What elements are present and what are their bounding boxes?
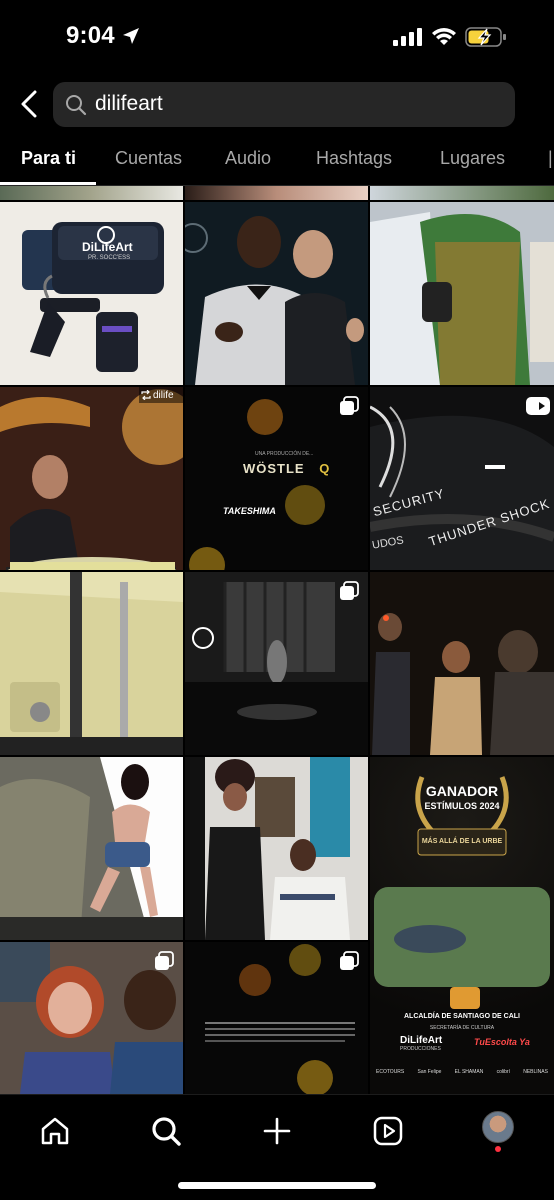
- post-couple[interactable]: [0, 942, 183, 1094]
- status-bar: 9:04: [0, 0, 554, 76]
- active-tab-indicator: [0, 182, 96, 185]
- makeup-photo: [185, 757, 368, 940]
- post-partial-2[interactable]: [185, 186, 368, 200]
- award-logo-dilifeart-sub: PRODUCCIONES: [400, 1046, 441, 1052]
- award-sponsor: ALCALDÍA DE SANTIAGO DE CALI: [403, 1013, 521, 1020]
- film-title: WÖSTLE Q: [243, 461, 330, 476]
- post-drum-closeup[interactable]: [0, 572, 183, 755]
- post-makeup[interactable]: [185, 757, 368, 940]
- tab-para-ti[interactable]: Para ti: [21, 148, 76, 169]
- post-partial-1[interactable]: [0, 186, 183, 200]
- cellular-signal-icon: [393, 28, 422, 46]
- carousel-icon: [340, 581, 359, 600]
- film-title-mark: Q: [319, 461, 331, 476]
- award-partners-row: ECOTOURS San Felipe EL SHAMAN colibrí NE…: [376, 1069, 548, 1075]
- nav-reels[interactable]: [366, 1109, 410, 1153]
- award-logo-dilifeart-text: DiLifeArt: [400, 1035, 443, 1046]
- award-partner-3: EL SHAMAN: [454, 1069, 484, 1075]
- search-icon: [66, 95, 87, 116]
- post-two-men[interactable]: [185, 202, 368, 385]
- reels-icon: [373, 1116, 403, 1146]
- award-sponsor-sub: SECRETARÍA DE CULTURA: [429, 1025, 495, 1031]
- post-tire[interactable]: SECURITY THUNDER SHOCK UDOS: [370, 387, 554, 570]
- post-award-poster[interactable]: GANADOR ESTÍMULOS 2024 MÁS ALLÁ DE LA UR…: [370, 757, 554, 1094]
- post-drummer[interactable]: dilife: [0, 387, 183, 570]
- post-film-credits[interactable]: UNA PRODUCCIÓN DE... WÖSTLE Q TAKESHIMA: [185, 387, 368, 570]
- post-partial-3[interactable]: [370, 186, 554, 200]
- carousel-icon: [155, 951, 174, 970]
- street-market-photo: [370, 202, 554, 385]
- nav-create[interactable]: [255, 1109, 299, 1153]
- award-partner-1: ECOTOURS: [376, 1069, 405, 1075]
- reel-indicator-icon: [532, 397, 550, 415]
- woman-rocks-photo: [0, 757, 183, 940]
- location-arrow-icon: [123, 28, 139, 44]
- camera-bag-image: [22, 222, 164, 372]
- bag-tagline-label: PR. SOCC'ESS: [88, 255, 131, 261]
- search-field[interactable]: [53, 82, 515, 127]
- wifi-icon: [432, 28, 456, 45]
- post-credits-text[interactable]: [185, 942, 368, 1094]
- battery-charging-icon: [465, 27, 506, 47]
- film-title-text: WÖSTLE: [243, 461, 305, 476]
- award-logo-tuescolta: TuEscolta Ya: [474, 1037, 530, 1047]
- drum-closeup-photo: [0, 572, 183, 755]
- nav-search[interactable]: [144, 1109, 188, 1153]
- award-partner-5: NEBLINAS: [523, 1069, 548, 1075]
- profile-avatar[interactable]: [482, 1111, 514, 1143]
- film-logo-text: TAKESHIMA: [223, 506, 276, 516]
- drummer-photo: [0, 387, 183, 570]
- home-icon: [41, 1117, 69, 1145]
- bag-brand-label: DiLifeArt: [82, 240, 133, 254]
- search-icon: [152, 1117, 181, 1146]
- nav-home[interactable]: [33, 1109, 77, 1153]
- award-logo-dilifeart: DiLifeArt PRODUCCIONES: [400, 1035, 442, 1052]
- film-producer-line: UNA PRODUCCIÓN DE...: [255, 451, 314, 457]
- award-subheading: ESTÍMULOS 2024: [424, 801, 500, 811]
- post-woman-rocks[interactable]: [0, 757, 183, 940]
- post-night-group[interactable]: [370, 572, 554, 755]
- repost-indicator: dilife: [139, 387, 183, 403]
- award-partner-2: San Felipe: [417, 1069, 442, 1075]
- repost-icon: [141, 390, 151, 400]
- tab-overflow-partial[interactable]: |: [548, 148, 554, 169]
- post-street-market[interactable]: [370, 202, 554, 385]
- search-input[interactable]: [95, 92, 495, 116]
- tab-hashtags[interactable]: Hashtags: [316, 148, 392, 169]
- tab-cuentas[interactable]: Cuentas: [115, 148, 182, 169]
- search-tabs: Para ti Cuentas Audio Hashtags Lugares |: [0, 138, 554, 186]
- back-button[interactable]: [14, 86, 44, 122]
- repost-username: dilife: [153, 389, 174, 401]
- award-heading: GANADOR: [425, 783, 499, 799]
- carousel-icon: [340, 396, 359, 415]
- post-stage-bw[interactable]: [185, 572, 368, 755]
- post-camera-bag[interactable]: DiLifeArt PR. SOCC'ESS: [0, 202, 183, 385]
- two-men-photo: [185, 202, 368, 385]
- notification-dot: [495, 1146, 501, 1152]
- night-group-photo: [370, 572, 554, 755]
- carousel-icon: [340, 951, 359, 970]
- award-project-banner: MÁS ALLÁ DE LA URBE: [421, 838, 503, 845]
- award-partner-4: colibrí: [496, 1069, 510, 1075]
- tab-lugares[interactable]: Lugares: [440, 148, 505, 169]
- chevron-left-icon: [21, 90, 37, 118]
- tab-audio[interactable]: Audio: [225, 148, 271, 169]
- explore-grid: DiLifeArt PR. SOCC'ESS dilife UNA PRODUC…: [0, 186, 554, 1094]
- status-time: 9:04: [66, 22, 115, 49]
- home-indicator[interactable]: [178, 1182, 376, 1189]
- create-icon: [263, 1117, 291, 1145]
